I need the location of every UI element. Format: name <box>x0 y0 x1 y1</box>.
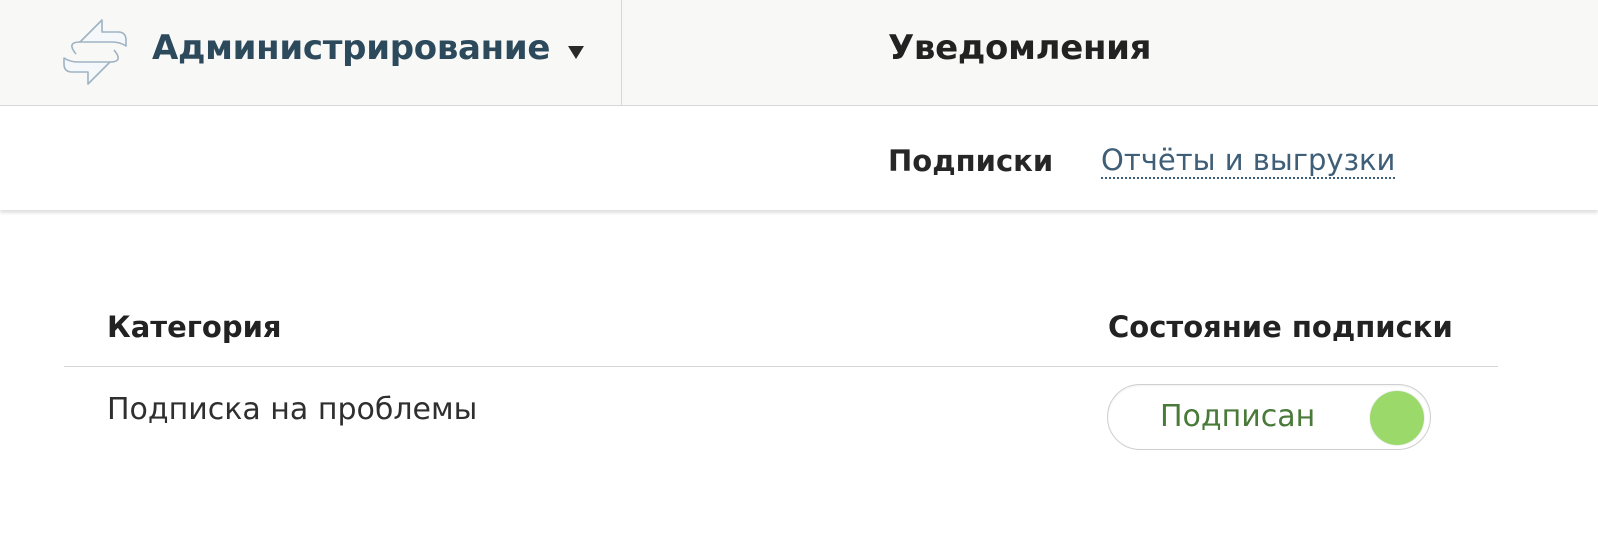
module-title: Администрирование <box>152 28 551 68</box>
tab-reports-exports[interactable]: Отчёты и выгрузки <box>1101 143 1396 180</box>
arrows-cycle-logo-icon <box>63 19 127 85</box>
header-divider <box>64 366 1498 367</box>
toggle-knob <box>1370 391 1424 445</box>
subscription-toggle[interactable]: Подписан <box>1107 384 1431 450</box>
column-header-subscription-status: Состояние подписки <box>1108 310 1453 344</box>
column-header-category: Категория <box>107 310 282 344</box>
row-category-label: Подписка на проблемы <box>107 392 478 427</box>
toggle-status-label: Подписан <box>1160 399 1316 434</box>
module-switcher[interactable]: Администрирование <box>0 0 622 105</box>
page-title: Уведомления <box>888 28 1152 68</box>
top-bar: Администрирование Уведомления <box>0 0 1598 106</box>
triangle-down-icon[interactable] <box>566 42 586 62</box>
sub-navigation: Подписки Отчёты и выгрузки <box>0 106 1598 210</box>
tab-subscriptions[interactable]: Подписки <box>888 144 1053 178</box>
